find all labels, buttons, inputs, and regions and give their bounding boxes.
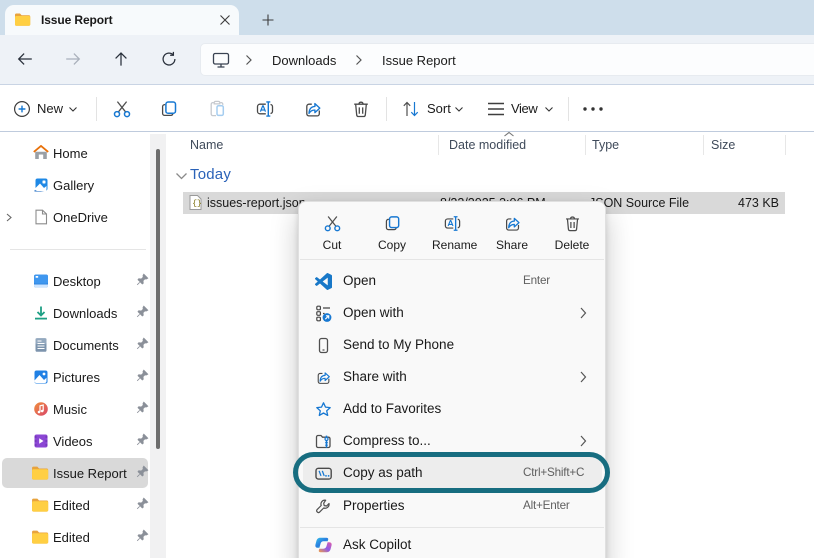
svg-text:{}: {} [192, 200, 202, 209]
